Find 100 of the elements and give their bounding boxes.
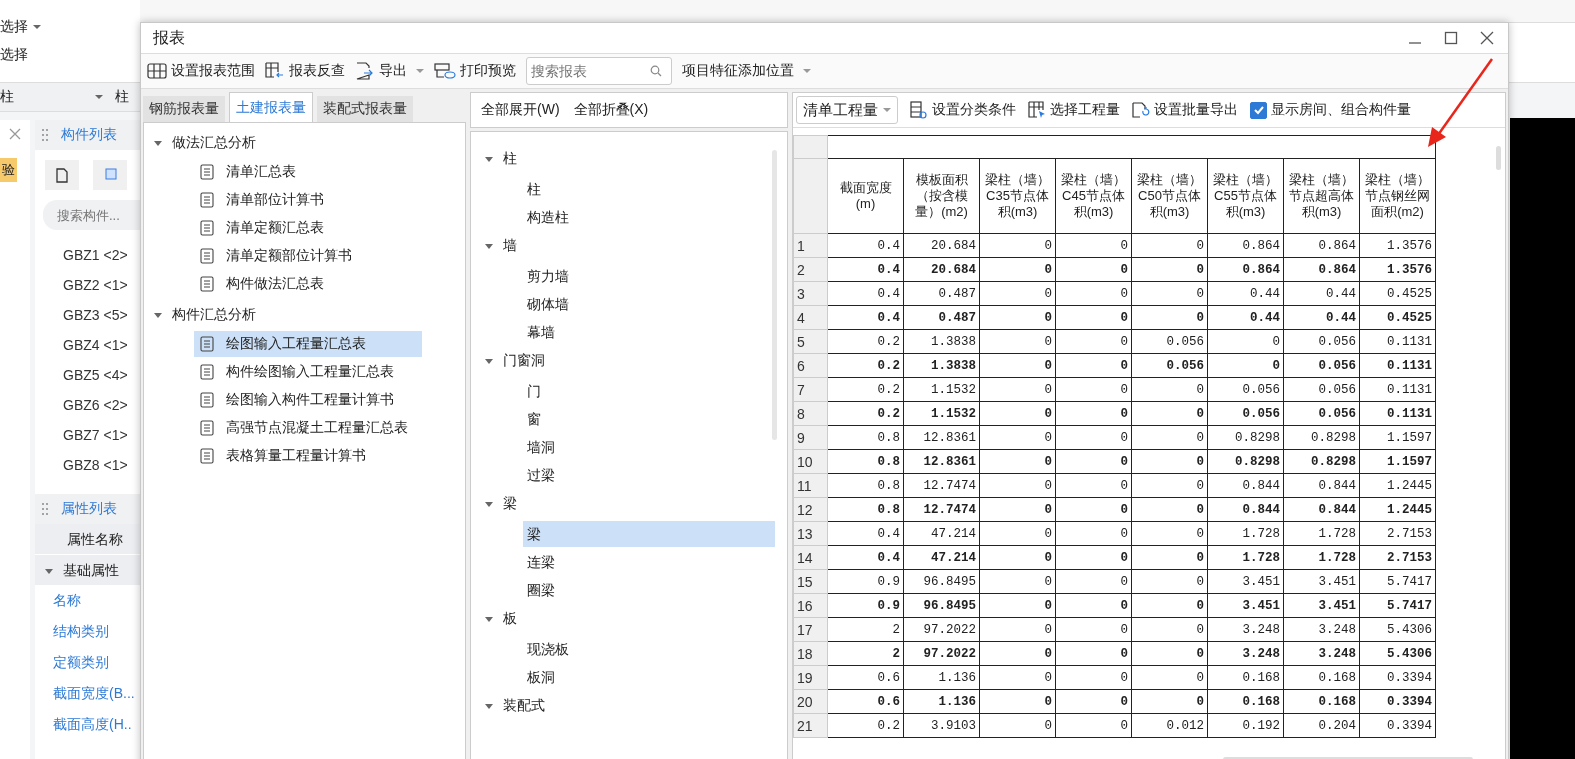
- select-dropdown[interactable]: 选择: [0, 18, 140, 36]
- property-name[interactable]: 定额类别: [35, 647, 140, 678]
- table-cell: 0.1131: [1359, 329, 1436, 354]
- component-type-item[interactable]: 圈梁: [523, 576, 775, 603]
- table-cell: 0: [1055, 593, 1132, 618]
- report-search-field[interactable]: 搜索报表: [526, 57, 672, 85]
- component-item[interactable]: GBZ6 <2>: [35, 390, 140, 420]
- tree-group[interactable]: 梁: [485, 489, 787, 519]
- component-type-item[interactable]: 墙洞: [523, 433, 775, 460]
- table-cell: 3.248: [1207, 641, 1284, 666]
- tree-group[interactable]: 墙: [485, 231, 787, 261]
- table-cell: 0.4: [827, 545, 904, 570]
- property-name[interactable]: 结构类别: [35, 616, 140, 647]
- component-type-item[interactable]: 柱: [523, 175, 775, 202]
- tree-group[interactable]: 柱: [485, 144, 787, 174]
- checkbox-label[interactable]: 显示房间、组合构件量: [1271, 101, 1411, 119]
- tree-action-button[interactable]: 全部展开(W): [481, 101, 560, 119]
- table-cell: 0: [979, 425, 1056, 450]
- new-component-button[interactable]: [45, 160, 79, 190]
- select-button[interactable]: 选择: [0, 46, 140, 64]
- tree-group[interactable]: 构件汇总分析: [154, 299, 465, 329]
- property-name[interactable]: 截面宽度(B...: [35, 678, 140, 709]
- component-item[interactable]: GBZ5 <4>: [35, 360, 140, 390]
- component-item[interactable]: GBZ4 <1>: [35, 330, 140, 360]
- report-item[interactable]: 表格算量工程量计算书: [194, 443, 422, 469]
- table-cell: 0: [979, 641, 1056, 666]
- component-item[interactable]: GBZ8 <1>: [35, 450, 140, 480]
- report-item[interactable]: 清单定额汇总表: [194, 215, 422, 241]
- quantity-dropdown[interactable]: 清单工程量: [796, 96, 898, 124]
- table-cell: 0: [979, 617, 1056, 642]
- toolbar-button[interactable]: 设置报表范围: [147, 62, 255, 80]
- component-item[interactable]: GBZ1 <2>: [35, 240, 140, 270]
- close-icon[interactable]: [1480, 31, 1494, 45]
- caret-icon: [45, 568, 53, 574]
- drag-handle-icon[interactable]: [41, 128, 49, 142]
- table-cell: 3.451: [1283, 569, 1360, 594]
- scrollbar[interactable]: [772, 150, 777, 440]
- table-cell: 0.192: [1207, 713, 1284, 738]
- component-type-item[interactable]: 幕墙: [523, 318, 775, 345]
- report-item[interactable]: 清单部位计算书: [194, 187, 422, 213]
- property-group[interactable]: 基础属性: [35, 555, 140, 585]
- floor-dropdown[interactable]: 柱: [0, 88, 105, 106]
- component-type-item[interactable]: 构造柱: [523, 203, 775, 230]
- component-type-item[interactable]: 过梁: [523, 461, 775, 488]
- table-cell: 1.3838: [903, 329, 980, 354]
- component-type-item[interactable]: 门: [523, 377, 775, 404]
- row-number: 10: [793, 449, 828, 474]
- caret-icon: [485, 703, 493, 709]
- feature-position-dropdown[interactable]: 项目特征添加位置: [682, 62, 811, 80]
- row-number: 3: [793, 281, 828, 306]
- component-type-item[interactable]: 连梁: [523, 548, 775, 575]
- component-item[interactable]: GBZ3 <5>: [35, 300, 140, 330]
- table-cell: 0: [1055, 521, 1132, 546]
- table-cell: 0.9: [827, 569, 904, 594]
- component-type-item[interactable]: 梁: [523, 520, 775, 547]
- component-type-item[interactable]: 板洞: [523, 663, 775, 690]
- component-search-field[interactable]: 搜索构件...: [43, 200, 140, 230]
- report-item[interactable]: 清单汇总表: [194, 159, 422, 185]
- scrollbar[interactable]: [1496, 146, 1501, 170]
- table-cell: 0.844: [1283, 497, 1360, 522]
- report-tab[interactable]: 装配式报表量: [317, 96, 413, 122]
- table-cell: 0.8298: [1283, 425, 1360, 450]
- tree-group[interactable]: 门窗洞: [485, 346, 787, 376]
- export-menu-button[interactable]: 导出: [355, 62, 424, 80]
- component-item[interactable]: GBZ2 <1>: [35, 270, 140, 300]
- toolbar-button[interactable]: 打印预览: [434, 62, 516, 80]
- report-tab[interactable]: 土建报表量: [229, 92, 313, 122]
- report-item[interactable]: 构件做法汇总表: [194, 271, 422, 297]
- copy-button[interactable]: [93, 160, 127, 190]
- component-type-item[interactable]: 窗: [523, 405, 775, 432]
- tree-group[interactable]: 做法汇总分析: [154, 127, 465, 157]
- table-cell: 0: [1055, 401, 1132, 426]
- toolbar-button[interactable]: 设置批量导出: [1132, 101, 1238, 119]
- property-name[interactable]: 名称: [35, 585, 140, 616]
- maximize-icon[interactable]: [1444, 31, 1458, 45]
- toolbar-button[interactable]: 设置分类条件: [910, 101, 1016, 119]
- toolbar-button[interactable]: 选择工程量: [1028, 101, 1120, 119]
- table-cell: 96.8495: [903, 593, 980, 618]
- component-type-item[interactable]: 剪力墙: [523, 262, 775, 289]
- component-item[interactable]: GBZ7 <1>: [35, 420, 140, 450]
- list-settings-icon: [910, 101, 928, 119]
- tree-group[interactable]: 板: [485, 604, 787, 634]
- component-type-item[interactable]: 现浇板: [523, 635, 775, 662]
- property-name[interactable]: 截面高度(H..: [35, 709, 140, 740]
- table-cell: 47.214: [903, 545, 980, 570]
- report-item[interactable]: 高强节点混凝土工程量汇总表: [194, 415, 422, 441]
- report-tab[interactable]: 钢筋报表量: [143, 96, 225, 122]
- table-cell: 2.7153: [1359, 521, 1436, 546]
- report-item[interactable]: 清单定额部位计算书: [194, 243, 422, 269]
- table-cell: 0: [1207, 353, 1284, 378]
- report-item[interactable]: 绘图输入工程量汇总表: [194, 331, 422, 357]
- toolbar-button[interactable]: 报表反查: [265, 62, 345, 80]
- component-type-item[interactable]: 砌体墙: [523, 290, 775, 317]
- tree-action-button[interactable]: 全部折叠(X): [573, 101, 649, 119]
- tree-group[interactable]: 装配式: [485, 691, 787, 721]
- table-cell: 2.7153: [1359, 545, 1436, 570]
- checkbox[interactable]: [1250, 101, 1267, 119]
- drag-handle-icon[interactable]: [41, 502, 49, 516]
- report-item[interactable]: 绘图输入构件工程量计算书: [194, 387, 422, 413]
- report-item[interactable]: 构件绘图输入工程量汇总表: [194, 359, 422, 385]
